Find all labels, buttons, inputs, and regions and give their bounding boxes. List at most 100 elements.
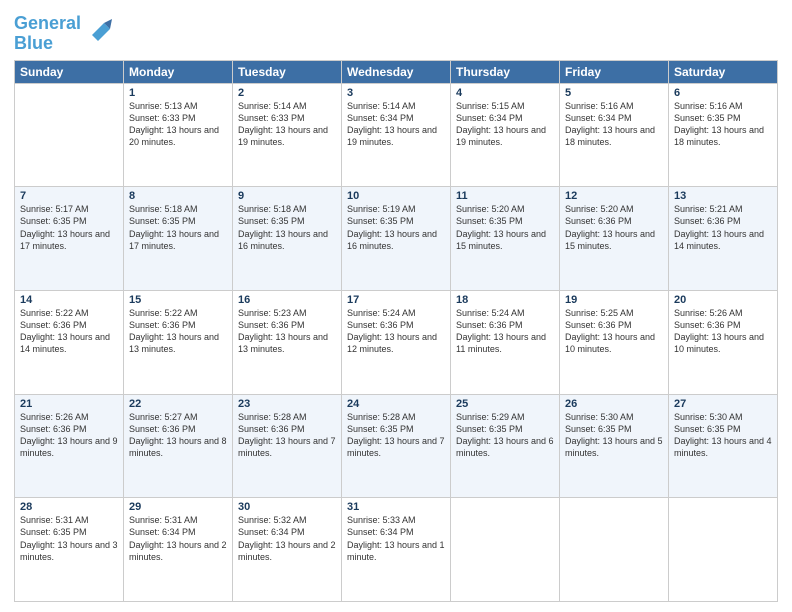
- logo: General Blue: [14, 14, 114, 54]
- day-cell: [451, 498, 560, 602]
- day-number: 4: [456, 87, 554, 99]
- day-cell: 17 Sunrise: 5:24 AMSunset: 6:36 PMDayligh…: [342, 290, 451, 394]
- day-cell: 4Sunrise: 5:15 AMSunset: 6:34 PMDaylight…: [451, 83, 560, 187]
- day-number: 10: [347, 190, 445, 202]
- day-number: 22: [129, 398, 227, 410]
- day-cell: 8Sunrise: 5:18 AMSunset: 6:35 PMDaylight…: [124, 187, 233, 291]
- day-number: 18: [456, 294, 554, 306]
- day-cell: 1 Sunrise: 5:13 AMSunset: 6:33 PMDaylight…: [124, 83, 233, 187]
- day-info: Sunrise: 5:26 AMSunset: 6:36 PMDaylight:…: [674, 308, 764, 354]
- day-number: 31: [347, 501, 445, 513]
- day-number: 23: [238, 398, 336, 410]
- day-number: 13: [674, 190, 772, 202]
- day-cell: 11 Sunrise: 5:20 AMSunset: 6:35 PMDayligh…: [451, 187, 560, 291]
- day-cell: 7 Sunrise: 5:17 AMSunset: 6:35 PMDaylight…: [15, 187, 124, 291]
- day-info: Sunrise: 5:16 AMSunset: 6:34 PMDaylight:…: [565, 101, 655, 147]
- day-info: Sunrise: 5:24 AMSunset: 6:36 PMDaylight:…: [456, 308, 546, 354]
- day-number: 5: [565, 87, 663, 99]
- day-cell: 2 Sunrise: 5:14 AMSunset: 6:33 PMDaylight…: [233, 83, 342, 187]
- header-row: Sunday Monday Tuesday Wednesday Thursday…: [15, 60, 778, 83]
- page: General Blue Sunday Monday Tuesday: [0, 0, 792, 612]
- day-info: Sunrise: 5:18 AMSunset: 6:35 PMDaylight:…: [238, 204, 328, 250]
- col-thursday: Thursday: [451, 60, 560, 83]
- day-number: 25: [456, 398, 554, 410]
- day-cell: 24 Sunrise: 5:28 AMSunset: 6:35 PMDayligh…: [342, 394, 451, 498]
- day-info: Sunrise: 5:27 AMSunset: 6:36 PMDaylight:…: [129, 412, 227, 458]
- day-info: Sunrise: 5:20 AMSunset: 6:36 PMDaylight:…: [565, 204, 655, 250]
- day-info: Sunrise: 5:24 AMSunset: 6:36 PMDaylight:…: [347, 308, 437, 354]
- day-number: 20: [674, 294, 772, 306]
- day-info: Sunrise: 5:20 AMSunset: 6:35 PMDaylight:…: [456, 204, 546, 250]
- header: General Blue: [14, 10, 778, 54]
- day-info: Sunrise: 5:33 AMSunset: 6:34 PMDaylight:…: [347, 515, 445, 561]
- day-info: Sunrise: 5:13 AMSunset: 6:33 PMDaylight:…: [129, 101, 219, 147]
- week-row-2: 7 Sunrise: 5:17 AMSunset: 6:35 PMDaylight…: [15, 187, 778, 291]
- day-cell: [15, 83, 124, 187]
- day-info: Sunrise: 5:25 AMSunset: 6:36 PMDaylight:…: [565, 308, 655, 354]
- day-info: Sunrise: 5:28 AMSunset: 6:36 PMDaylight:…: [238, 412, 336, 458]
- col-tuesday: Tuesday: [233, 60, 342, 83]
- day-number: 21: [20, 398, 118, 410]
- day-number: 1: [129, 87, 227, 99]
- day-cell: 6Sunrise: 5:16 AMSunset: 6:35 PMDaylight…: [669, 83, 778, 187]
- day-info: Sunrise: 5:31 AMSunset: 6:35 PMDaylight:…: [20, 515, 118, 561]
- day-info: Sunrise: 5:30 AMSunset: 6:35 PMDaylight:…: [674, 412, 772, 458]
- day-number: 7: [20, 190, 118, 202]
- day-info: Sunrise: 5:14 AMSunset: 6:34 PMDaylight:…: [347, 101, 437, 147]
- day-cell: 5 Sunrise: 5:16 AMSunset: 6:34 PMDaylight…: [560, 83, 669, 187]
- day-info: Sunrise: 5:30 AMSunset: 6:35 PMDaylight:…: [565, 412, 663, 458]
- calendar-table: Sunday Monday Tuesday Wednesday Thursday…: [14, 60, 778, 602]
- day-cell: [560, 498, 669, 602]
- logo-icon: [84, 15, 114, 45]
- day-cell: 23 Sunrise: 5:28 AMSunset: 6:36 PMDayligh…: [233, 394, 342, 498]
- day-number: 17: [347, 294, 445, 306]
- day-info: Sunrise: 5:26 AMSunset: 6:36 PMDaylight:…: [20, 412, 118, 458]
- day-number: 30: [238, 501, 336, 513]
- day-info: Sunrise: 5:14 AMSunset: 6:33 PMDaylight:…: [238, 101, 328, 147]
- day-number: 26: [565, 398, 663, 410]
- day-number: 16: [238, 294, 336, 306]
- day-cell: 21 Sunrise: 5:26 AMSunset: 6:36 PMDayligh…: [15, 394, 124, 498]
- week-row-1: 1 Sunrise: 5:13 AMSunset: 6:33 PMDaylight…: [15, 83, 778, 187]
- day-info: Sunrise: 5:16 AMSunset: 6:35 PMDaylight:…: [674, 101, 764, 147]
- day-number: 27: [674, 398, 772, 410]
- logo-blue: Blue: [14, 33, 53, 53]
- day-info: Sunrise: 5:32 AMSunset: 6:34 PMDaylight:…: [238, 515, 336, 561]
- day-number: 11: [456, 190, 554, 202]
- col-sunday: Sunday: [15, 60, 124, 83]
- day-number: 15: [129, 294, 227, 306]
- day-number: 2: [238, 87, 336, 99]
- day-cell: 9 Sunrise: 5:18 AMSunset: 6:35 PMDaylight…: [233, 187, 342, 291]
- day-cell: 25 Sunrise: 5:29 AMSunset: 6:35 PMDayligh…: [451, 394, 560, 498]
- day-info: Sunrise: 5:21 AMSunset: 6:36 PMDaylight:…: [674, 204, 764, 250]
- day-number: 8: [129, 190, 227, 202]
- day-cell: 18 Sunrise: 5:24 AMSunset: 6:36 PMDayligh…: [451, 290, 560, 394]
- logo-text: General Blue: [14, 14, 81, 54]
- day-cell: 28 Sunrise: 5:31 AMSunset: 6:35 PMDayligh…: [15, 498, 124, 602]
- day-cell: 15Sunrise: 5:22 AMSunset: 6:36 PMDayligh…: [124, 290, 233, 394]
- day-cell: [669, 498, 778, 602]
- day-number: 9: [238, 190, 336, 202]
- day-number: 12: [565, 190, 663, 202]
- day-number: 24: [347, 398, 445, 410]
- day-cell: 29Sunrise: 5:31 AMSunset: 6:34 PMDayligh…: [124, 498, 233, 602]
- day-info: Sunrise: 5:31 AMSunset: 6:34 PMDaylight:…: [129, 515, 227, 561]
- day-cell: 13 Sunrise: 5:21 AMSunset: 6:36 PMDayligh…: [669, 187, 778, 291]
- day-info: Sunrise: 5:19 AMSunset: 6:35 PMDaylight:…: [347, 204, 437, 250]
- day-cell: 14 Sunrise: 5:22 AMSunset: 6:36 PMDayligh…: [15, 290, 124, 394]
- col-saturday: Saturday: [669, 60, 778, 83]
- day-cell: 22 Sunrise: 5:27 AMSunset: 6:36 PMDayligh…: [124, 394, 233, 498]
- day-info: Sunrise: 5:23 AMSunset: 6:36 PMDaylight:…: [238, 308, 328, 354]
- week-row-3: 14 Sunrise: 5:22 AMSunset: 6:36 PMDayligh…: [15, 290, 778, 394]
- day-number: 14: [20, 294, 118, 306]
- day-cell: 30 Sunrise: 5:32 AMSunset: 6:34 PMDayligh…: [233, 498, 342, 602]
- day-info: Sunrise: 5:29 AMSunset: 6:35 PMDaylight:…: [456, 412, 554, 458]
- day-info: Sunrise: 5:28 AMSunset: 6:35 PMDaylight:…: [347, 412, 445, 458]
- day-number: 3: [347, 87, 445, 99]
- day-number: 28: [20, 501, 118, 513]
- day-number: 19: [565, 294, 663, 306]
- day-cell: 3 Sunrise: 5:14 AMSunset: 6:34 PMDaylight…: [342, 83, 451, 187]
- day-info: Sunrise: 5:22 AMSunset: 6:36 PMDaylight:…: [20, 308, 110, 354]
- logo-general: General: [14, 13, 81, 33]
- day-info: Sunrise: 5:17 AMSunset: 6:35 PMDaylight:…: [20, 204, 110, 250]
